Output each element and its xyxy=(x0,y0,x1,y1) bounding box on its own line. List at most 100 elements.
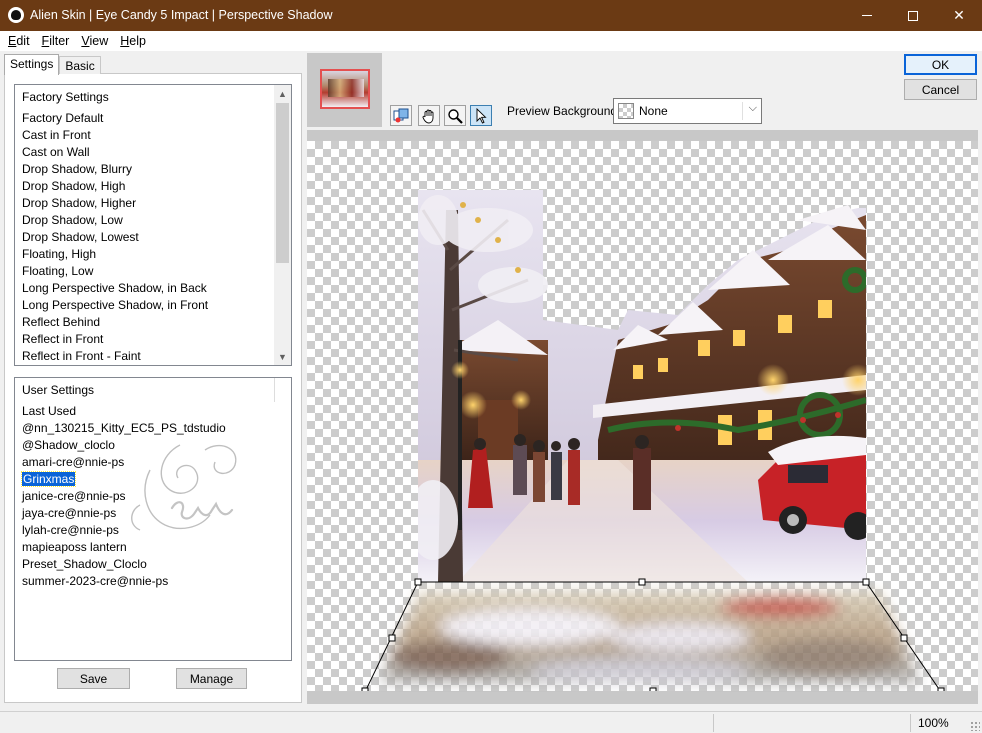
close-icon: ✕ xyxy=(953,7,965,23)
factory-items: Factory Default Cast in Front Cast on Wall… xyxy=(22,110,272,365)
list-item[interactable]: Drop Shadow, Low xyxy=(22,212,272,229)
hand-icon xyxy=(422,109,434,123)
list-item-label: Drop Shadow, High xyxy=(22,179,126,193)
list-item-label: Long Perspective Shadow, in Front xyxy=(22,298,209,312)
factory-settings-header: Factory Settings xyxy=(22,90,109,104)
maximize-button[interactable] xyxy=(890,0,936,31)
list-item[interactable]: Drop Shadow, Blurry xyxy=(22,161,272,178)
alien-skin-app-icon[interactable] xyxy=(8,7,24,23)
zoom-tool[interactable] xyxy=(444,105,466,126)
list-item-label: Cast in Front xyxy=(22,128,91,142)
list-item[interactable]: Floating, Low xyxy=(22,263,272,280)
list-item[interactable]: janice-cre@nnie-ps xyxy=(22,488,272,505)
shadow-handle-bottom-center[interactable] xyxy=(649,687,657,691)
status-bar: 100% xyxy=(0,711,982,733)
factory-settings-list[interactable]: Factory Settings Factory Default Cast in … xyxy=(14,84,292,366)
title-bar: Alien Skin | Eye Candy 5 Impact | Perspe… xyxy=(0,0,982,31)
window-title: Alien Skin | Eye Candy 5 Impact | Perspe… xyxy=(30,8,333,22)
list-item-label: Factory Default xyxy=(22,111,104,125)
shadow-outline xyxy=(364,581,941,691)
hand-tool[interactable] xyxy=(418,105,440,126)
list-item-label: @Shadow_cloclo xyxy=(22,438,115,452)
pointer-tool[interactable] xyxy=(470,105,492,126)
list-item-label: Drop Shadow, Lowest xyxy=(22,230,139,244)
list-item[interactable]: Long Perspective Shadow, in Back xyxy=(22,280,272,297)
list-item[interactable]: summer-2023-cre@nnie-ps xyxy=(22,573,272,590)
list-item-label: mapieaposs lantern xyxy=(22,540,127,554)
shadow-handle-top-right[interactable] xyxy=(862,578,870,586)
list-item[interactable]: Floating, High xyxy=(22,246,272,263)
list-item[interactable]: Drop Shadow, Lowest xyxy=(22,229,272,246)
minimize-button[interactable] xyxy=(844,0,890,31)
shadow-handle-top-center[interactable] xyxy=(638,578,646,586)
list-item-label: Floating, Low xyxy=(22,264,94,278)
list-item-label: Cast on Wall xyxy=(22,145,90,159)
scroll-up-icon[interactable]: ▲ xyxy=(274,85,291,102)
list-item[interactable]: mapieaposs lantern xyxy=(22,539,272,556)
list-item[interactable]: Cast in Front xyxy=(22,127,272,144)
list-item-label: jaya-cre@nnie-ps xyxy=(22,506,117,520)
menu-filter[interactable]: Filter xyxy=(36,34,76,48)
list-item[interactable]: Reflect in Front xyxy=(22,331,272,348)
factory-scrollbar[interactable]: ▲ ▼ xyxy=(274,85,291,365)
list-item[interactable]: Reflect Behind xyxy=(22,314,272,331)
list-item[interactable]: Long Perspective Shadow, in Front xyxy=(22,297,272,314)
shadow-handles-overlay[interactable] xyxy=(307,141,978,691)
list-item[interactable]: lylah-cre@nnie-ps xyxy=(22,522,272,539)
list-item[interactable]: Preset_Shadow_Cloclo xyxy=(22,556,272,573)
list-item-label: Reflect in Front - Faint xyxy=(22,349,141,363)
navigator-thumbnail[interactable] xyxy=(320,69,370,109)
cancel-button[interactable]: Cancel xyxy=(904,79,977,100)
preview-toggle-tool[interactable] xyxy=(390,105,412,126)
shadow-handle-bottom-left[interactable] xyxy=(361,687,369,691)
shadow-handle-bottom-right[interactable] xyxy=(937,687,945,691)
list-item[interactable]: amari-cre@nnie-ps xyxy=(22,454,272,471)
header-divider xyxy=(274,378,275,402)
list-item[interactable]: Drop Shadow, High xyxy=(22,178,272,195)
list-item[interactable]: Grinxmas xyxy=(20,471,272,488)
list-item-label: Reflect Behind xyxy=(22,315,101,329)
ok-button[interactable]: OK xyxy=(904,54,977,75)
menu-edit[interactable]: Edit xyxy=(2,34,36,48)
scroll-thumb[interactable] xyxy=(276,103,289,263)
menu-bar: Edit Filter View Help xyxy=(0,31,982,51)
list-item-label: Last Used xyxy=(22,404,77,418)
maximize-icon xyxy=(908,10,918,21)
tab-settings[interactable]: Settings xyxy=(4,54,60,75)
preview-background-label: Preview Background: xyxy=(507,104,621,118)
list-item-label: Floating, High xyxy=(22,247,97,261)
list-item[interactable]: Last Used xyxy=(22,403,272,420)
shadow-handle-top-left[interactable] xyxy=(414,578,422,586)
shadow-handle-mid-right[interactable] xyxy=(900,634,908,642)
list-item-label: Drop Shadow, Blurry xyxy=(22,162,133,176)
preview-navigator[interactable] xyxy=(307,53,382,127)
menu-help[interactable]: Help xyxy=(114,34,152,48)
status-divider xyxy=(910,714,911,732)
shadow-handle-mid-left[interactable] xyxy=(388,634,396,642)
zoom-level: 100% xyxy=(918,716,949,730)
save-button[interactable]: Save xyxy=(57,668,130,689)
preview-background-select[interactable]: None ⌵ xyxy=(613,98,762,124)
arrow-pointer-icon xyxy=(476,107,487,124)
menu-view[interactable]: View xyxy=(75,34,114,48)
resize-grip-icon[interactable] xyxy=(970,721,980,731)
user-settings-list[interactable]: User Settings Last Used @nn_130215_Kitty_… xyxy=(14,377,292,661)
minimize-icon xyxy=(862,15,872,16)
list-item[interactable]: Drop Shadow, Higher xyxy=(22,195,272,212)
list-item[interactable]: @Shadow_cloclo xyxy=(22,437,272,454)
list-item[interactable]: @nn_130215_Kitty_EC5_PS_tdstudio xyxy=(22,420,272,437)
status-divider xyxy=(713,714,714,732)
chevron-down-icon: ⌵ xyxy=(748,102,757,114)
list-item-label: amari-cre@nnie-ps xyxy=(22,455,125,469)
list-item[interactable]: Factory Default xyxy=(22,110,272,127)
list-item[interactable]: Reflect in Front - Faint xyxy=(22,348,272,365)
list-item[interactable]: Cast on Wall xyxy=(22,144,272,161)
scroll-down-icon[interactable]: ▼ xyxy=(274,348,291,365)
tab-basic[interactable]: Basic xyxy=(59,56,101,74)
list-item[interactable]: jaya-cre@nnie-ps xyxy=(22,505,272,522)
close-button[interactable]: ✕ xyxy=(936,0,982,31)
list-item-label: lylah-cre@nnie-ps xyxy=(22,523,119,537)
list-item-label: Drop Shadow, Low xyxy=(22,213,123,227)
manage-button[interactable]: Manage xyxy=(176,668,247,689)
list-item-label: Grinxmas xyxy=(20,471,77,487)
